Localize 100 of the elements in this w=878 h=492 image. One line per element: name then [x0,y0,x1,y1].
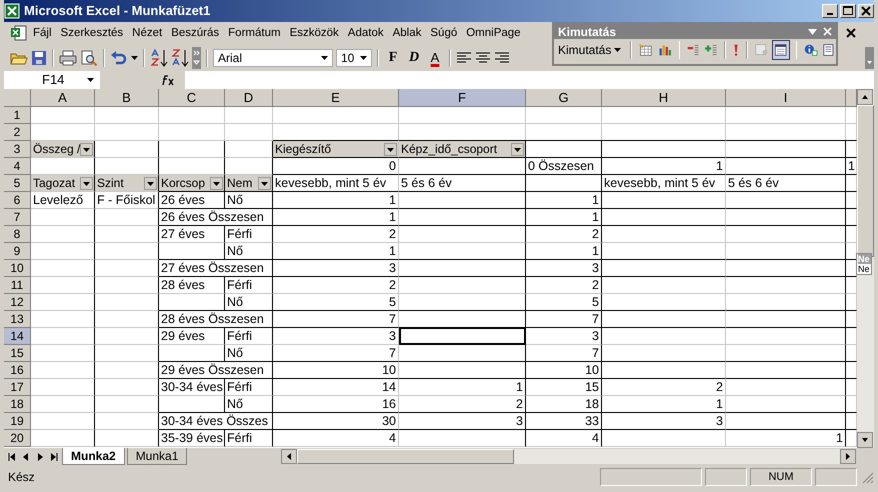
printer-icon[interactable] [59,50,77,66]
menu-item[interactable]: Eszközök [286,25,343,42]
sort-ascending-icon[interactable] [150,48,168,67]
column-header[interactable]: D [225,89,273,108]
scroll-left-icon[interactable] [281,449,297,464]
row-header[interactable]: 12 [4,294,31,312]
row-header[interactable]: 15 [4,345,31,362]
show-detail-icon[interactable] [704,42,717,58]
font-size-dropdown[interactable]: 10 [336,48,372,67]
column-header[interactable]: E [273,89,399,108]
row-header[interactable]: 17 [4,379,31,396]
undo-icon[interactable] [110,50,128,66]
field-list-icon[interactable] [773,41,789,59]
row-header[interactable]: 3 [4,141,31,158]
vertical-scrollbar[interactable] [857,89,874,448]
pivot-field-button[interactable]: Összeg / [31,141,95,158]
sheet-tab[interactable]: Munka1 [126,448,188,466]
toolbar-options-icon[interactable] [865,46,874,69]
row-header[interactable]: 2 [4,124,31,142]
last-sheet-icon[interactable] [48,452,60,462]
select-all-corner[interactable] [4,89,31,108]
maximize-button[interactable] [840,4,856,18]
menu-item[interactable]: Adatok [344,25,388,42]
close-icon[interactable] [846,28,856,38]
row-header[interactable]: 13 [4,311,31,328]
font-name-dropdown[interactable]: Arial [213,48,333,67]
scroll-right-icon[interactable] [840,449,856,464]
row-header[interactable]: 18 [4,396,31,414]
active-cell[interactable] [399,327,526,346]
row-header[interactable]: 20 [4,430,31,448]
menu-item[interactable]: Fájl [29,25,56,42]
sort-descending-icon[interactable] [171,48,189,67]
row-header[interactable]: 4 [4,158,31,176]
row-header[interactable]: 11 [4,277,31,294]
scrollbar-thumb[interactable] [857,105,874,258]
row-header[interactable]: 1 [4,107,31,124]
caret-icon[interactable] [360,56,367,60]
column-header[interactable]: F [399,89,526,108]
insert-function-icon[interactable] [161,74,175,86]
menu-item[interactable]: Ablak [388,25,426,42]
column-header[interactable]: G [526,89,602,108]
row-header[interactable]: 19 [4,413,31,430]
dropdown-arrow-icon[interactable] [131,56,138,60]
field-settings-icon[interactable] [754,42,768,58]
menu-item[interactable]: OmniPage [462,25,525,42]
caret-icon[interactable] [87,78,94,82]
sheet-tab[interactable]: Munka2 [62,448,125,466]
row-header[interactable]: 7 [4,209,31,226]
menu-item[interactable]: Nézet [128,25,166,42]
row-header[interactable]: 5 [4,175,31,192]
document-icon[interactable] [823,42,834,58]
horizontal-scrollbar[interactable] [281,449,856,464]
column-header[interactable] [846,89,857,108]
formula-input[interactable] [185,70,874,89]
row-header[interactable]: 8 [4,226,31,244]
font-color-button[interactable]: A [426,48,444,68]
print-preview-icon[interactable] [80,50,98,66]
pivot-field-button[interactable]: Szint [95,175,159,192]
scrollbar-thumb[interactable] [297,449,514,464]
pivot-field-button[interactable]: Képz_idő_csoport [399,140,526,158]
table-format-icon[interactable] [639,42,653,58]
spreadsheet-document-icon[interactable] [10,24,28,42]
name-box[interactable]: F14 [4,70,100,89]
align-center-icon[interactable] [475,50,491,65]
scroll-up-icon[interactable] [857,89,873,106]
align-right-icon[interactable] [494,50,510,65]
column-header[interactable]: I [726,89,846,108]
pivot-field-button[interactable]: Tagozat [31,175,95,192]
row-header[interactable]: 10 [4,260,31,278]
row-header[interactable]: 16 [4,362,31,380]
hide-detail-icon[interactable] [687,42,700,58]
column-header[interactable]: H [602,89,726,108]
table-cell: 30-34 éves Összes [159,412,273,430]
scroll-down-icon[interactable] [857,432,873,448]
row-header[interactable]: 14 [4,328,31,346]
minimize-button[interactable] [822,4,838,18]
column-header[interactable]: A [31,89,95,108]
pivot-field-button[interactable]: Nem [225,175,273,192]
column-header[interactable]: C [159,89,225,108]
save-icon[interactable] [31,50,47,66]
bold-button[interactable]: F [384,48,402,68]
first-sheet-icon[interactable] [6,452,18,462]
menu-item[interactable]: Súgó [426,25,462,42]
italic-button[interactable]: D [405,48,423,68]
menu-item[interactable]: Formátum [224,25,285,42]
caret-icon[interactable] [614,48,622,52]
pivot-menu-button[interactable]: Kimutatás [556,43,624,57]
caret-icon[interactable] [321,56,328,60]
menu-item[interactable]: Beszúrás [167,25,224,42]
menu-item[interactable]: Szerkesztés [56,25,128,42]
pivot-field-button[interactable]: Kiegészítő [273,140,399,158]
close-button[interactable] [858,4,874,18]
info-icon[interactable] [804,42,818,58]
row-header[interactable]: 9 [4,243,31,260]
pivot-field-button[interactable]: Korcsop [159,175,225,192]
resize-grip-icon[interactable] [860,470,874,484]
column-header[interactable]: B [95,89,159,108]
row-header[interactable]: 6 [4,192,31,210]
exclamation-icon[interactable] [732,42,739,58]
align-left-icon[interactable] [456,50,472,65]
